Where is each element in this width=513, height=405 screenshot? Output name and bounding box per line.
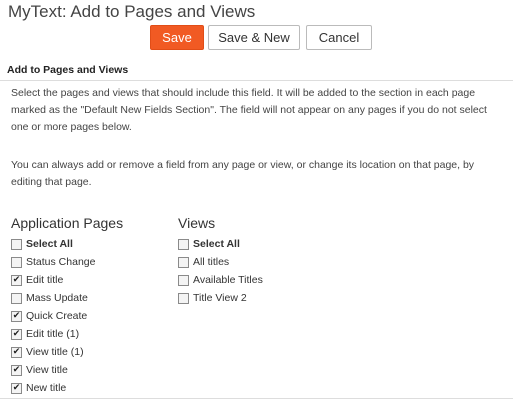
application-pages-item-view-title[interactable]: ✔ View title bbox=[11, 361, 95, 379]
checked-checkbox[interactable]: ✔ bbox=[11, 310, 22, 322]
checkbox[interactable] bbox=[11, 292, 22, 304]
checked-checkbox[interactable]: ✔ bbox=[11, 346, 22, 358]
checked-checkbox[interactable]: ✔ bbox=[11, 364, 22, 376]
application-pages-heading: Application Pages bbox=[11, 215, 124, 231]
checked-checkbox[interactable]: ✔ bbox=[11, 328, 22, 340]
views-heading: Views bbox=[178, 215, 216, 231]
checkbox-label: Available Titles bbox=[193, 274, 263, 286]
application-pages-item-view-title-1[interactable]: ✔ View title (1) bbox=[11, 343, 95, 361]
save-and-new-button[interactable]: Save & New bbox=[208, 25, 300, 50]
save-button[interactable]: Save bbox=[150, 25, 204, 50]
bottom-divider bbox=[0, 398, 513, 399]
application-pages-item-quick-create[interactable]: ✔ Quick Create bbox=[11, 307, 95, 325]
checkbox[interactable] bbox=[11, 238, 22, 250]
application-pages-item-mass-update[interactable]: Mass Update bbox=[11, 289, 95, 307]
application-pages-item-edit-title[interactable]: ✔ Edit title bbox=[11, 271, 95, 289]
page-title: MyText: Add to Pages and Views bbox=[8, 2, 256, 21]
application-pages-item-select-all[interactable]: Select All bbox=[11, 235, 95, 253]
checkbox[interactable] bbox=[178, 256, 189, 268]
checkbox-label: All titles bbox=[193, 256, 230, 268]
views-item-all-titles[interactable]: All titles bbox=[178, 253, 263, 271]
checkbox[interactable] bbox=[11, 256, 22, 268]
section-divider bbox=[0, 80, 513, 81]
views-item-title-view-2[interactable]: Title View 2 bbox=[178, 289, 263, 307]
checkbox-label: Edit title bbox=[26, 274, 64, 286]
checkbox-label: Select All bbox=[193, 238, 240, 250]
checkbox[interactable] bbox=[178, 292, 189, 304]
instructions-paragraph: Select the pages and views that should i… bbox=[11, 87, 487, 133]
checkbox[interactable] bbox=[178, 274, 189, 286]
cancel-button[interactable]: Cancel bbox=[306, 25, 372, 50]
checkbox-label: Edit title (1) bbox=[26, 328, 80, 340]
application-pages-item-edit-title-1[interactable]: ✔ Edit title (1) bbox=[11, 325, 95, 343]
checkbox-label: Quick Create bbox=[26, 310, 88, 322]
checkbox-label: Select All bbox=[26, 238, 73, 250]
application-pages-item-new-title[interactable]: ✔ New title bbox=[11, 379, 95, 397]
checkbox-label: Mass Update bbox=[26, 292, 88, 304]
checkbox[interactable] bbox=[178, 238, 189, 250]
checkbox-label: Status Change bbox=[26, 256, 96, 268]
views-item-select-all[interactable]: Select All bbox=[178, 235, 263, 253]
section-heading: Add to Pages and Views bbox=[7, 64, 129, 76]
checkbox-label: Title View 2 bbox=[193, 292, 247, 304]
application-pages-list: Select All Status Change ✔ Edit title Mass U… bbox=[11, 235, 95, 397]
checkbox-label: New title bbox=[26, 382, 67, 394]
checked-checkbox[interactable]: ✔ bbox=[11, 382, 22, 394]
checked-checkbox[interactable]: ✔ bbox=[11, 274, 22, 286]
views-list: Select All All titles Available Titles Titl… bbox=[178, 235, 263, 307]
hint-paragraph: You can always add or remove a field fro… bbox=[11, 159, 475, 188]
checkbox-label: View title (1) bbox=[26, 346, 84, 358]
views-item-available-titles[interactable]: Available Titles bbox=[178, 271, 263, 289]
checkbox-label: View title bbox=[26, 364, 68, 376]
application-pages-item-status-change[interactable]: Status Change bbox=[11, 253, 95, 271]
